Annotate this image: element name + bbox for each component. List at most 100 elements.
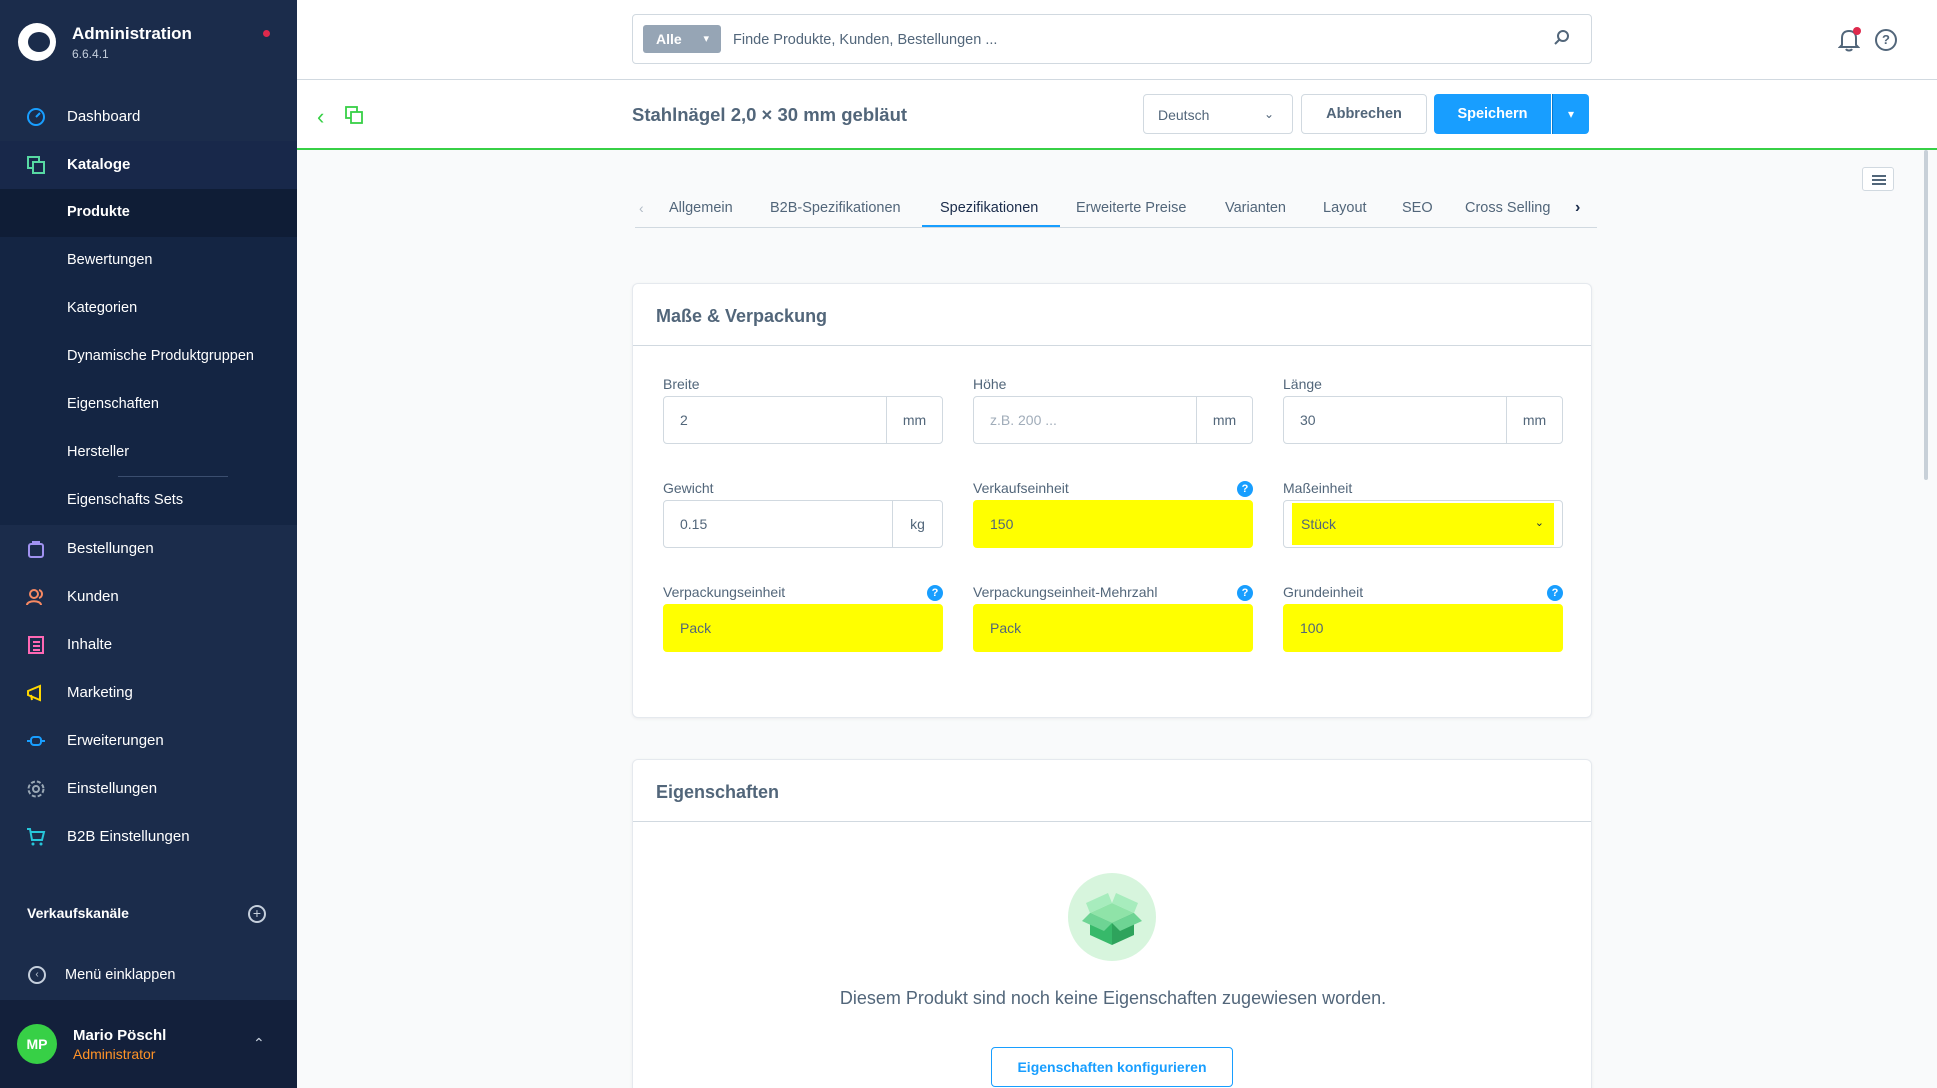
- tab-cross-selling[interactable]: Cross Selling: [1465, 200, 1550, 216]
- tab-scroll-left-icon[interactable]: ‹: [639, 200, 644, 216]
- sidebar-subitem-products[interactable]: Produkte: [0, 189, 297, 237]
- content-icon: [28, 636, 44, 654]
- language-select[interactable]: Deutsch ⌄: [1143, 94, 1293, 134]
- search-input[interactable]: [733, 27, 1513, 53]
- sidebar-item-label: Erweiterungen: [67, 732, 164, 749]
- field-label: Verpackungseinheit: [663, 584, 786, 600]
- tab-b2b-specifications[interactable]: B2B-Spezifikationen: [770, 200, 901, 216]
- field-label: Verkaufseinheit: [973, 480, 1069, 496]
- tab-seo[interactable]: SEO: [1402, 200, 1433, 216]
- help-icon[interactable]: ?: [927, 585, 943, 601]
- sidebar-item-content[interactable]: Inhalte: [0, 621, 297, 669]
- sidebar-item-label: Marketing: [67, 684, 133, 701]
- global-search: Alle ▾: [632, 14, 1592, 64]
- pack-unit-plural-input[interactable]: [974, 605, 1252, 651]
- sidebar-item-orders[interactable]: Bestellungen: [0, 525, 297, 573]
- weight-input[interactable]: [664, 501, 892, 547]
- tab-general[interactable]: Allgemein: [669, 200, 733, 216]
- help-icon[interactable]: ?: [1547, 585, 1563, 601]
- card-title: Maße & Verpackung: [633, 284, 1591, 346]
- collapse-menu-label: Menü einklappen: [65, 967, 176, 983]
- tab-variants[interactable]: Varianten: [1225, 200, 1286, 216]
- reference-unit-input[interactable]: [1284, 605, 1562, 651]
- sidebar-item-dashboard[interactable]: Dashboard: [0, 93, 297, 141]
- product-tabs: ‹ Allgemein B2B-Spezifikationen Spezifik…: [635, 190, 1597, 228]
- sidebar-subitem-categories[interactable]: Kategorien: [0, 285, 297, 333]
- chevron-down-icon: ⌄: [1263, 107, 1274, 121]
- tab-specifications[interactable]: Spezifikationen: [940, 200, 1038, 216]
- cancel-button[interactable]: Abbrechen: [1301, 94, 1427, 134]
- language-value: Deutsch: [1158, 107, 1210, 123]
- save-options-dropdown[interactable]: ▾: [1552, 94, 1589, 134]
- sidebar-subitem-reviews[interactable]: Bewertungen: [0, 237, 297, 285]
- tab-layout[interactable]: Layout: [1323, 200, 1367, 216]
- sidebar-item-label: Kunden: [67, 588, 119, 605]
- properties-card: Eigenschaften Diesem Produkt sind noch k…: [632, 759, 1592, 1088]
- sidebar-subitem-label: Produkte: [67, 204, 130, 220]
- pack-unit-input[interactable]: [664, 605, 942, 651]
- sidebar-subitem-label: Hersteller: [67, 444, 130, 460]
- sidebar-subitem-properties[interactable]: Eigenschaften: [0, 381, 297, 429]
- user-role: Administrator: [73, 1046, 156, 1062]
- tab-advanced-prices[interactable]: Erweiterte Preise: [1076, 200, 1186, 216]
- sidebar: Administration 6.6.4.1 Dashboard Katalog…: [0, 0, 297, 1088]
- sidebar-item-extensions[interactable]: Erweiterungen: [0, 717, 297, 765]
- length-input[interactable]: [1284, 397, 1506, 443]
- search-icon[interactable]: [1553, 29, 1571, 47]
- collapse-menu-button[interactable]: ‹ Menü einklappen: [0, 950, 297, 1000]
- sidebar-item-b2b-settings[interactable]: B2B Einstellungen: [0, 813, 297, 861]
- chevron-down-icon: ⌄: [1534, 517, 1544, 529]
- user-panel[interactable]: MP Mario Pöschl Administrator ⌃: [0, 1000, 297, 1088]
- help-icon[interactable]: ?: [1875, 29, 1897, 51]
- height-field: Höhe mm: [973, 376, 1253, 444]
- configure-properties-button[interactable]: Eigenschaften konfigurieren: [991, 1047, 1233, 1087]
- sidebar-item-label: Kataloge: [67, 156, 131, 173]
- help-icon[interactable]: ?: [1237, 585, 1253, 601]
- height-input[interactable]: [974, 397, 1196, 443]
- reference-unit-field: Grundeinheit ?: [1283, 584, 1563, 652]
- sidebar-item-settings[interactable]: Einstellungen: [0, 765, 297, 813]
- field-label: Verpackungseinheit-Mehrzahl: [973, 584, 1158, 600]
- sidebar-toggle-menu-icon[interactable]: [1862, 167, 1894, 191]
- field-label: Breite: [663, 376, 700, 392]
- field-label: Höhe: [973, 376, 1007, 392]
- sidebar-subitem-label: Kategorien: [67, 300, 138, 316]
- save-button[interactable]: Speichern: [1434, 94, 1551, 134]
- field-label: Grundeinheit: [1283, 584, 1364, 600]
- sidebar-subitem-dynamic-groups[interactable]: Dynamische Produktgruppen: [0, 333, 297, 381]
- purchase-unit-input[interactable]: [974, 501, 1252, 547]
- sidebar-item-label: Einstellungen: [67, 780, 158, 797]
- width-input[interactable]: [664, 397, 886, 443]
- field-label: Maßeinheit: [1283, 480, 1353, 496]
- unit-field: Maßeinheit Stück ⌄: [1283, 480, 1563, 548]
- search-type-select[interactable]: Alle ▾: [643, 25, 721, 53]
- sidebar-item-label: B2B Einstellungen: [67, 828, 190, 845]
- shopware-logo-icon[interactable]: [18, 23, 56, 61]
- tab-scroll-right-icon[interactable]: ›: [1575, 199, 1580, 217]
- help-icon[interactable]: ?: [1237, 481, 1253, 497]
- sidebar-subitem-label: Eigenschaften: [67, 396, 159, 412]
- scrollbar[interactable]: [1924, 150, 1928, 480]
- customers-icon: [26, 589, 43, 606]
- dimensions-packaging-card: Maße & Verpackung Breite mm Höhe mm Läng…: [632, 283, 1592, 718]
- sidebar-subitem-manufacturers[interactable]: Hersteller: [0, 429, 297, 477]
- sidebar-subitem-label: Bewertungen: [67, 252, 153, 268]
- add-sales-channel-icon[interactable]: +: [248, 905, 266, 923]
- sidebar-item-catalogs[interactable]: Kataloge: [0, 141, 297, 189]
- duplicate-icon[interactable]: [345, 106, 363, 124]
- back-arrow-icon[interactable]: ‹: [317, 104, 331, 129]
- unit-suffix: mm: [886, 397, 942, 443]
- unit-select[interactable]: Stück ⌄: [1283, 500, 1563, 548]
- chevron-up-icon[interactable]: ⌃: [253, 1035, 265, 1052]
- sidebar-item-marketing[interactable]: Marketing: [0, 669, 297, 717]
- empty-state-illustration: [1068, 873, 1156, 961]
- sidebar-item-label: Dashboard: [67, 108, 141, 125]
- avatar: MP: [17, 1024, 57, 1064]
- sidebar-subitem-property-sets[interactable]: Eigenschafts Sets: [0, 477, 297, 525]
- sidebar-item-customers[interactable]: Kunden: [0, 573, 297, 621]
- width-field: Breite mm: [663, 376, 943, 444]
- sidebar-subitem-label: Eigenschafts Sets: [67, 492, 184, 508]
- card-title: Eigenschaften: [633, 760, 1591, 822]
- marketing-icon: [27, 684, 41, 702]
- gear-icon: [27, 780, 45, 798]
